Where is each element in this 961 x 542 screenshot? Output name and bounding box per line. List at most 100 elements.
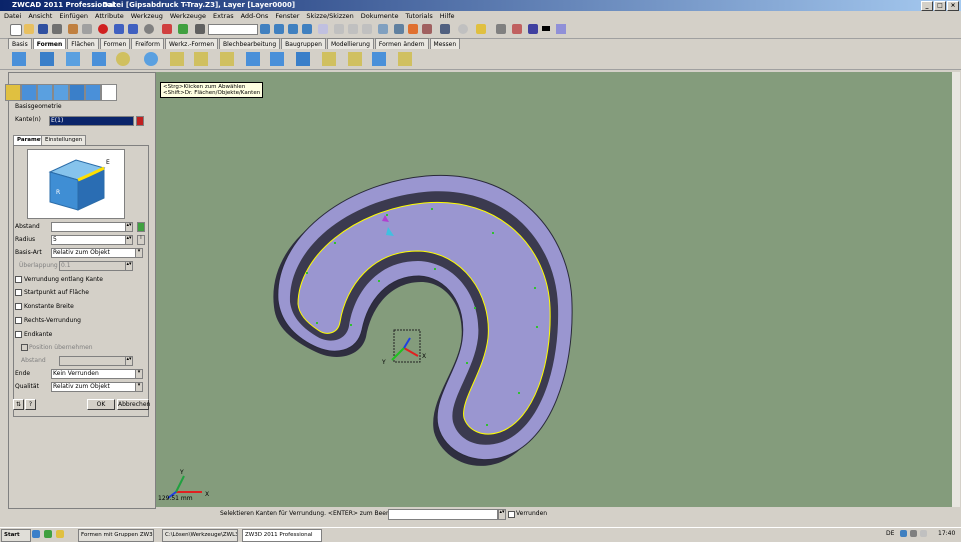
tab-modellierung[interactable]: Modellierung bbox=[326, 38, 374, 49]
checkbox-5[interactable] bbox=[15, 331, 22, 338]
fill-color-icon[interactable] bbox=[556, 24, 566, 34]
shell-icon[interactable] bbox=[194, 52, 208, 66]
abstand-field[interactable] bbox=[51, 222, 126, 232]
qualitaet-select[interactable]: Relativ zum Objekt bbox=[51, 382, 138, 392]
redo-icon[interactable] bbox=[128, 24, 138, 34]
print-icon[interactable] bbox=[52, 24, 62, 34]
menu-item-einfuegen[interactable]: Einfügen bbox=[59, 11, 88, 21]
panel-tab-shell-icon[interactable] bbox=[37, 84, 53, 101]
qualitaet-dropdown-icon[interactable]: ▾ bbox=[135, 382, 143, 392]
view-right-icon[interactable] bbox=[302, 24, 312, 34]
revolve-icon[interactable] bbox=[40, 52, 54, 66]
panel-tab-edit-icon[interactable] bbox=[101, 84, 117, 101]
overlap-field[interactable]: 0.1 bbox=[59, 261, 126, 271]
rotate-icon[interactable] bbox=[144, 24, 154, 34]
save-icon[interactable] bbox=[38, 24, 48, 34]
help-button[interactable]: ⇅ bbox=[13, 399, 24, 410]
quicklaunch-folder-icon[interactable] bbox=[56, 530, 64, 538]
layer-icon[interactable] bbox=[440, 24, 450, 34]
material-icon[interactable] bbox=[528, 24, 538, 34]
tab-formen-2[interactable]: Formen bbox=[99, 38, 131, 49]
kante-field[interactable]: E(1) bbox=[49, 116, 134, 126]
command-spin[interactable]: ▴▾ bbox=[498, 509, 506, 520]
tab-blechbearbeitung[interactable]: Blechbearbeitung bbox=[219, 38, 281, 49]
panel-tab-blend-icon[interactable] bbox=[85, 84, 101, 101]
start-button[interactable]: Start bbox=[1, 529, 31, 542]
tray-network-icon[interactable] bbox=[900, 530, 907, 537]
pan-icon[interactable] bbox=[348, 24, 358, 34]
maximize-button[interactable]: □ bbox=[934, 1, 946, 11]
graphics-viewport[interactable]: <Strg>Klicken zum Abwählen <Shift>Dr. Fl… bbox=[156, 72, 952, 507]
loft-icon[interactable] bbox=[92, 52, 106, 66]
extrude-icon[interactable] bbox=[12, 52, 26, 66]
menu-item-skizze[interactable]: Skizze/Skizzen bbox=[306, 11, 353, 21]
checkbox-1[interactable] bbox=[15, 276, 22, 283]
checkbox-2[interactable] bbox=[15, 289, 22, 296]
sub-field[interactable] bbox=[59, 356, 126, 366]
select-filter-icon[interactable] bbox=[195, 24, 205, 34]
chamfer-icon[interactable] bbox=[170, 52, 184, 66]
ok-button[interactable]: OK bbox=[87, 399, 115, 410]
quicklaunch-desktop-icon[interactable] bbox=[44, 530, 52, 538]
quicklaunch-ie-icon[interactable] bbox=[32, 530, 40, 538]
language-indicator[interactable]: DE bbox=[886, 530, 894, 537]
zoom-icon[interactable] bbox=[334, 24, 344, 34]
basis-dropdown-icon[interactable]: ▾ bbox=[135, 248, 143, 258]
abstand-spin[interactable]: ▴▾ bbox=[125, 222, 133, 232]
part-model-svg[interactable]: X Y X Y bbox=[156, 72, 952, 507]
menu-item-fenster[interactable]: Fenster bbox=[275, 11, 299, 21]
radius-spin[interactable]: ▴▾ bbox=[125, 235, 133, 245]
overlap-spin[interactable]: ▴▾ bbox=[125, 261, 133, 271]
sweep-icon[interactable] bbox=[66, 52, 80, 66]
pattern-icon[interactable] bbox=[270, 52, 284, 66]
split-icon[interactable] bbox=[348, 52, 362, 66]
hole-icon[interactable] bbox=[246, 52, 260, 66]
filter-icon[interactable] bbox=[178, 24, 188, 34]
zoom-all-icon[interactable] bbox=[378, 24, 388, 34]
task-explorer[interactable]: C:\Lösen\Werkzeuge\ZWL3D bbox=[162, 529, 238, 542]
cancel-button[interactable]: Abbrechen bbox=[117, 399, 150, 410]
cut-icon[interactable] bbox=[68, 24, 78, 34]
ende-dropdown-icon[interactable]: ▾ bbox=[135, 369, 143, 379]
new-file-icon[interactable] bbox=[10, 24, 22, 36]
tab-flaechen[interactable]: Flächen bbox=[67, 38, 99, 49]
fillet-icon[interactable] bbox=[116, 52, 130, 66]
menu-item-attribute[interactable]: Attribute bbox=[95, 11, 124, 21]
tray-volume-icon[interactable] bbox=[910, 530, 917, 537]
basis-select[interactable]: Relativ zum Objekt bbox=[51, 248, 138, 258]
panel-tab-draft-icon[interactable] bbox=[53, 84, 69, 101]
thicken-icon[interactable] bbox=[398, 52, 412, 66]
zoom-window-icon[interactable] bbox=[362, 24, 372, 34]
task-formen[interactable]: Formen mit Gruppen ZW3D bbox=[78, 529, 154, 542]
draft-icon[interactable] bbox=[220, 52, 234, 66]
view-icon[interactable] bbox=[260, 24, 270, 34]
line-color-icon[interactable] bbox=[542, 26, 550, 31]
menu-item-tutorials[interactable]: Tutorials bbox=[405, 11, 432, 21]
tab-werkzeug-formen[interactable]: Werkz.-Formen bbox=[164, 38, 218, 49]
measure-icon[interactable] bbox=[408, 24, 418, 34]
task-zw3d[interactable]: ZW3D 2011 Professional bbox=[242, 529, 322, 542]
minimize-button[interactable]: _ bbox=[921, 1, 933, 11]
right-scrollbar[interactable] bbox=[952, 72, 960, 507]
menu-item-dokumente[interactable]: Dokumente bbox=[361, 11, 399, 21]
tab-freiform[interactable]: Freiform bbox=[131, 38, 164, 49]
panel-tab-chamfer-icon[interactable] bbox=[21, 84, 37, 101]
radius-info-icon[interactable]: i bbox=[137, 235, 145, 245]
filter-checkbox[interactable] bbox=[508, 511, 515, 518]
menu-item-datei[interactable]: Datei bbox=[4, 11, 21, 21]
open-folder-icon[interactable] bbox=[24, 24, 34, 34]
settings-icon[interactable] bbox=[458, 24, 468, 34]
panel-tab-fillet-icon[interactable] bbox=[5, 84, 21, 101]
menu-item-addons[interactable]: Add-Ons bbox=[241, 11, 269, 21]
tab-formen-aendern[interactable]: Formen ändern bbox=[374, 38, 429, 49]
filter-dropdown[interactable] bbox=[208, 24, 258, 35]
info-button[interactable]: ? bbox=[25, 399, 36, 410]
grid-icon[interactable] bbox=[496, 24, 506, 34]
mirror-icon[interactable] bbox=[296, 52, 310, 66]
tab-basis[interactable]: Basis bbox=[8, 38, 32, 49]
radius-field[interactable]: 5 bbox=[51, 235, 126, 245]
menu-item-werkzeuge[interactable]: Werkzeuge bbox=[170, 11, 206, 21]
menu-item-werkzeug[interactable]: Werkzeug bbox=[131, 11, 163, 21]
color-icon[interactable] bbox=[512, 24, 522, 34]
command-input[interactable] bbox=[388, 509, 498, 520]
